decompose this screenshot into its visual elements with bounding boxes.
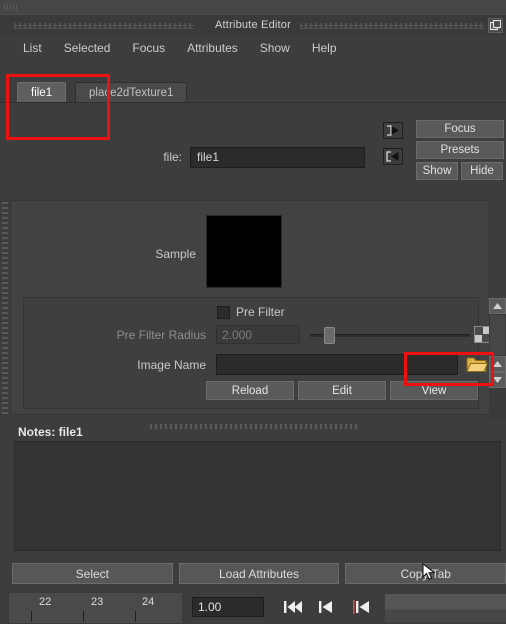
notes-header: Notes: file1 <box>18 425 83 439</box>
sample-row: Sample <box>11 209 491 291</box>
timeline-frame-23: 23 <box>91 596 104 608</box>
folder-open-icon[interactable] <box>466 355 489 374</box>
pre-filter-row: Pre Filter <box>24 303 480 323</box>
reload-button[interactable]: Reload <box>206 381 294 400</box>
image-name-row: Image Name <box>24 353 489 377</box>
sample-swatch[interactable] <box>206 215 282 288</box>
step-back-icon[interactable] <box>314 596 340 618</box>
timeline-frame-22: 22 <box>39 596 52 608</box>
menu-bar: List Selected Focus Attributes Show Help <box>0 35 506 61</box>
pre-filter-radius-input[interactable]: 2.000 <box>216 325 300 344</box>
pre-filter-radius-label: Pre Filter Radius <box>116 328 206 342</box>
scrollbar-trough-upper[interactable] <box>489 314 506 356</box>
file-name-input[interactable]: file1 <box>190 146 365 168</box>
file-attributes-panel: Sample Pre Filter Pre Filter Radius 2.00… <box>10 200 491 415</box>
mouse-cursor <box>421 562 441 581</box>
file-label: file: <box>163 150 182 164</box>
menu-item-selected[interactable]: Selected <box>53 38 122 58</box>
undock-icon[interactable] <box>488 18 503 33</box>
window-top-strip <box>0 0 506 14</box>
attribute-editor-window: Attribute Editor List Selected Focus Att… <box>0 0 506 624</box>
chevron-up-icon-lower[interactable] <box>489 356 506 372</box>
play-backwards-icon[interactable] <box>348 596 374 618</box>
title-bar[interactable]: Attribute Editor <box>0 14 506 35</box>
transport-controls <box>280 596 374 618</box>
drag-handle-dots[interactable] <box>4 4 18 10</box>
file-action-buttons: Reload Edit View <box>206 381 480 400</box>
pre-filter-checkbox[interactable] <box>217 306 230 319</box>
title-drag-dots-right[interactable] <box>300 23 485 29</box>
image-name-input[interactable] <box>216 354 458 375</box>
chevron-down-icon[interactable] <box>489 372 506 388</box>
arrow-into-box-icon[interactable] <box>383 122 403 139</box>
window-title: Attribute Editor <box>215 19 291 31</box>
tab-file1[interactable]: file1 <box>17 82 67 103</box>
panel-scrollbar[interactable] <box>489 298 506 418</box>
menu-item-show[interactable]: Show <box>249 38 301 58</box>
notes-textarea[interactable] <box>14 441 501 551</box>
select-button[interactable]: Select <box>12 563 173 584</box>
chevron-up-icon[interactable] <box>489 298 506 314</box>
tab-strip: file1 place2dTexture1 <box>0 80 506 103</box>
edit-button[interactable]: Edit <box>298 381 386 400</box>
panel-drag-dots[interactable] <box>2 202 8 414</box>
playback-options-strip[interactable] <box>385 594 506 622</box>
timeline-frame-24: 24 <box>142 596 155 608</box>
title-drag-dots-left[interactable] <box>14 23 194 29</box>
view-button[interactable]: View <box>390 381 478 400</box>
menu-item-list[interactable]: List <box>12 38 53 58</box>
current-frame-field[interactable]: 1.00 <box>192 597 264 617</box>
texture-sub-panel: Pre Filter Pre Filter Radius 2.000 Image… <box>23 297 491 409</box>
tab-underline <box>0 102 506 103</box>
pre-filter-radius-slider-handle[interactable] <box>324 327 335 344</box>
load-attributes-button[interactable]: Load Attributes <box>178 563 340 584</box>
focus-button[interactable]: Focus <box>416 120 504 138</box>
timeline-bar: 22 23 24 1.00 <box>0 592 506 624</box>
menu-item-attributes[interactable]: Attributes <box>176 38 249 58</box>
tab-place2dtexture1[interactable]: place2dTexture1 <box>75 82 188 103</box>
menu-item-help[interactable]: Help <box>301 38 348 58</box>
pre-filter-label: Pre Filter <box>236 305 285 319</box>
pre-filter-radius-row: Pre Filter Radius 2.000 <box>24 324 491 346</box>
timeline-ruler[interactable]: 22 23 24 <box>8 592 183 624</box>
notes-drag-dots[interactable] <box>150 424 360 429</box>
skip-to-start-icon[interactable] <box>280 596 306 618</box>
menu-item-focus[interactable]: Focus <box>121 38 176 58</box>
sample-label: Sample <box>155 247 196 261</box>
image-name-label: Image Name <box>137 358 206 372</box>
file-name-row: file: file1 <box>0 145 506 169</box>
